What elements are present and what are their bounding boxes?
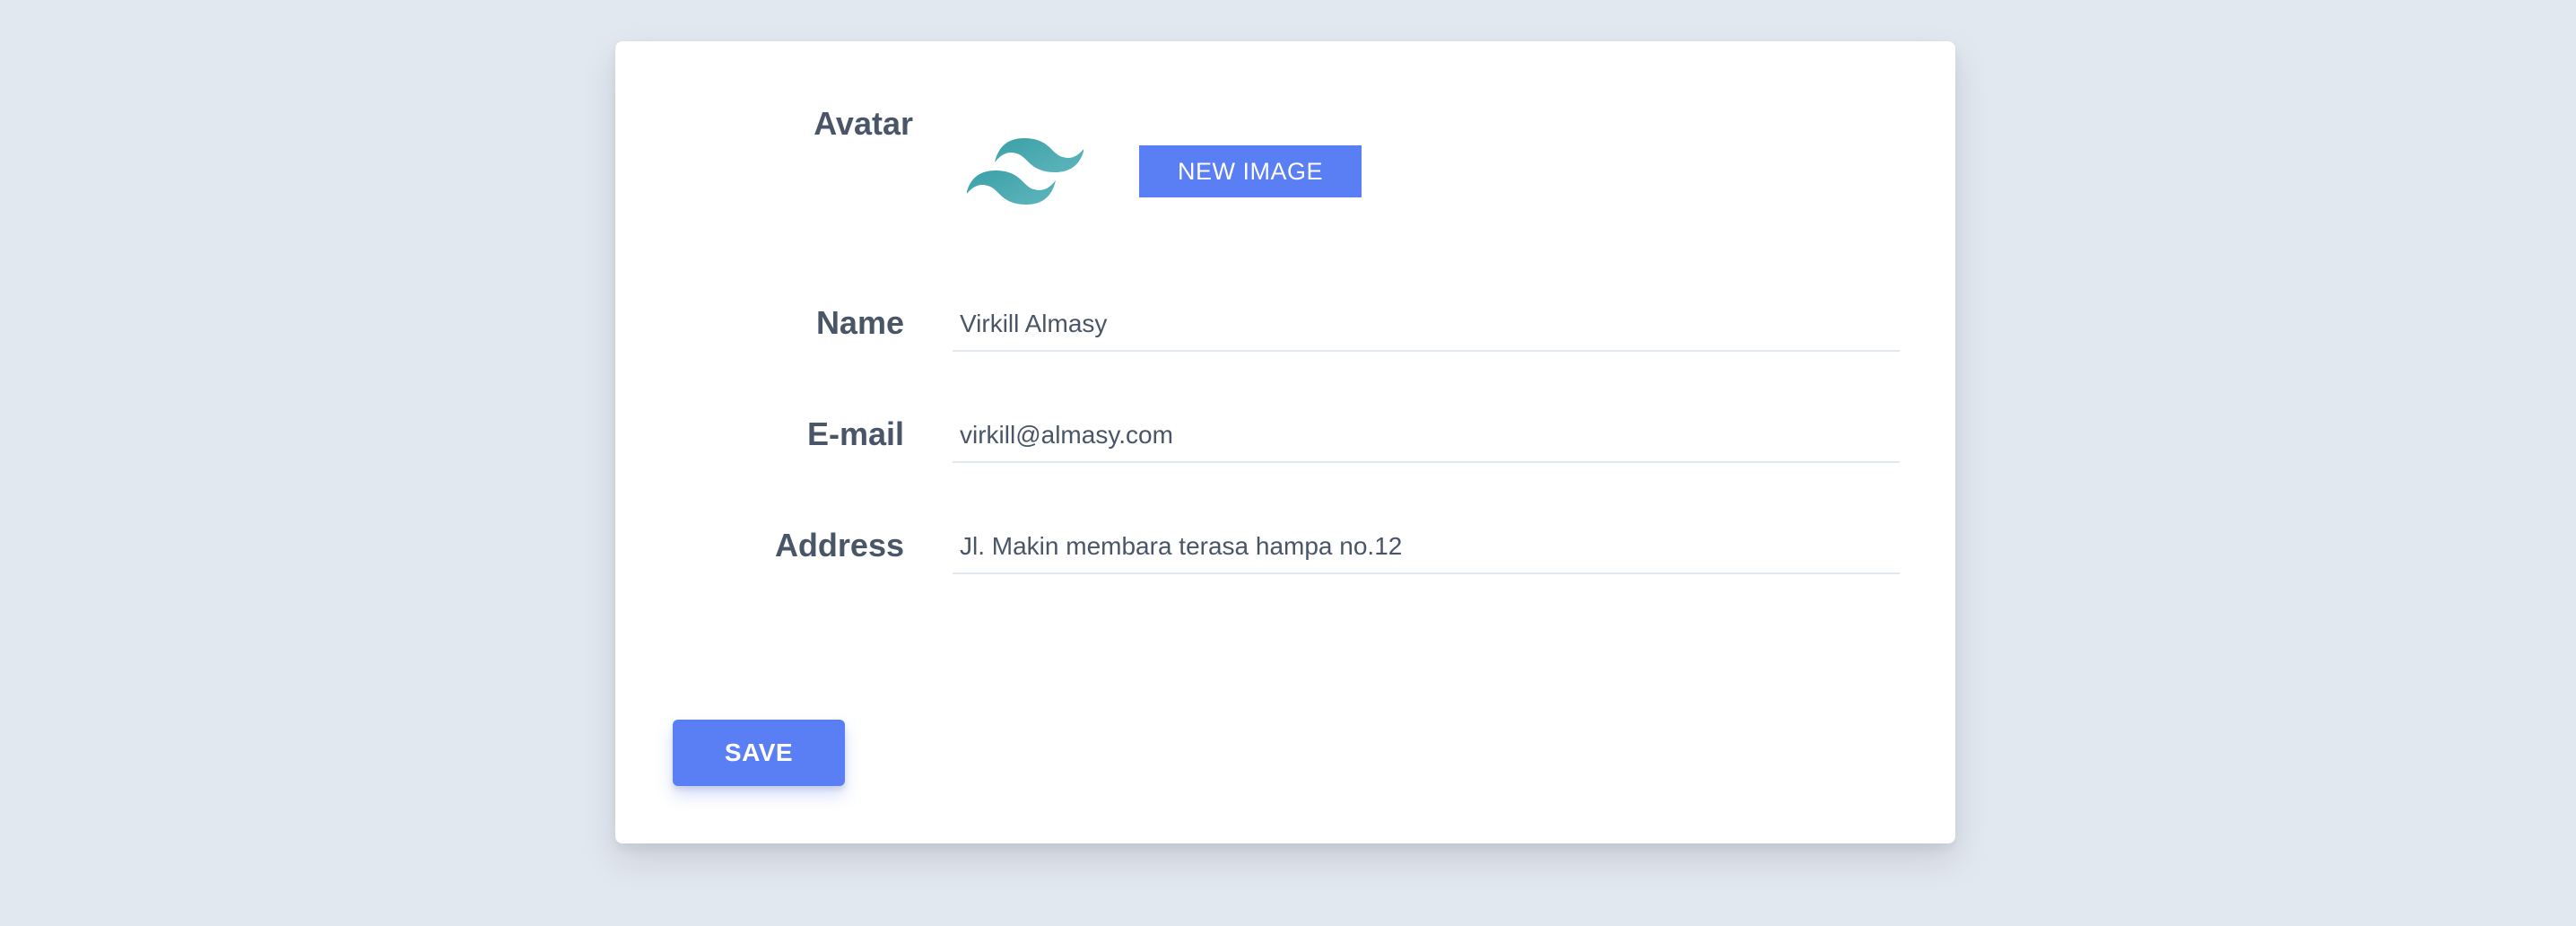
new-image-button[interactable]: NEW IMAGE bbox=[1139, 145, 1362, 197]
save-button[interactable]: SAVE bbox=[673, 720, 845, 786]
name-label: Name bbox=[815, 304, 904, 341]
profile-card: Avatar NEW IMAGE Name E-mail Address SAV… bbox=[615, 41, 1955, 843]
email-label: E-mail bbox=[806, 415, 904, 452]
address-label: Address bbox=[774, 527, 904, 563]
tailwind-logo-icon bbox=[966, 135, 1084, 210]
address-input[interactable] bbox=[953, 520, 1900, 574]
email-input[interactable] bbox=[953, 409, 1900, 463]
avatar-label: Avatar bbox=[814, 105, 913, 142]
name-input[interactable] bbox=[953, 298, 1900, 352]
